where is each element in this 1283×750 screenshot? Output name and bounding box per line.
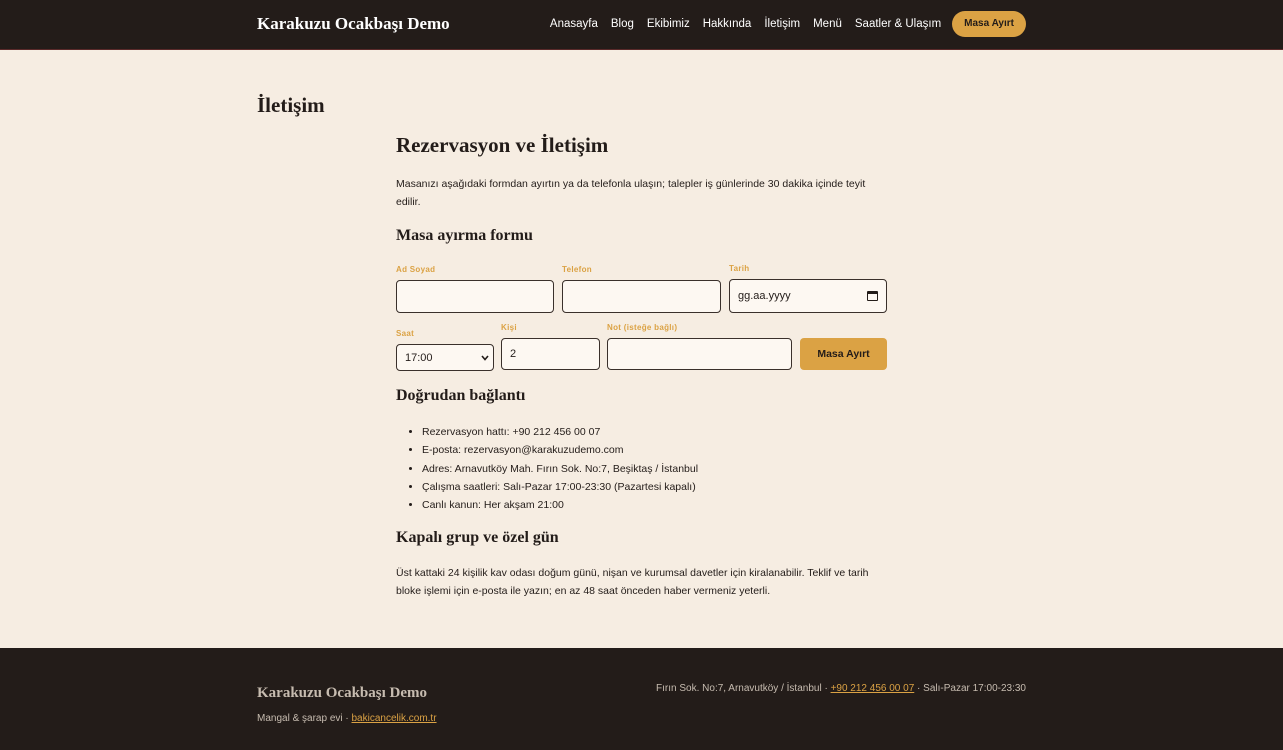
contact-content: Rezervasyon ve İletişim Masanızı aşağıda…	[396, 133, 887, 597]
guests-label: Kişi	[501, 323, 517, 332]
nav-anasayfa[interactable]: Anasayfa	[550, 18, 598, 30]
list-item: E-posta: rezervasyon@karakuzudemo.com	[422, 441, 698, 459]
time-select[interactable]: 17:00	[396, 344, 494, 371]
list-item: Canlı kanun: Her akşam 21:00	[422, 496, 698, 514]
nav-iletisim[interactable]: İletişim	[764, 18, 800, 30]
nav-ekibimiz[interactable]: Ekibimiz	[647, 18, 690, 30]
nav-menu[interactable]: Menü	[813, 18, 842, 30]
main-nav: Anasayfa Blog Ekibimiz Hakkında İletişim…	[550, 11, 1026, 37]
phone-label: Telefon	[562, 265, 592, 274]
form-heading: Masa ayırma formu	[396, 227, 533, 244]
footer-tagline-text: Mangal & şarap evi ·	[257, 713, 352, 724]
name-field-group: Ad Soyad	[396, 265, 554, 313]
note-label: Not (isteğe bağlı)	[607, 323, 678, 332]
footer-site-link[interactable]: bakicancelik.com.tr	[352, 713, 437, 724]
reserve-cta-button[interactable]: Masa Ayırt	[952, 11, 1026, 37]
time-value: 17:00	[405, 351, 433, 364]
footer-contact-info: Fırın Sok. No:7, Arnavutköy / İstanbul ·…	[656, 683, 1026, 694]
phone-field-group: Telefon	[562, 265, 721, 313]
section-heading: Rezervasyon ve İletişim	[396, 133, 609, 157]
chevron-down-icon	[481, 354, 489, 361]
footer-phone-link[interactable]: +90 212 456 00 07	[831, 683, 915, 694]
list-item: Rezervasyon hattı: +90 212 456 00 07	[422, 423, 698, 441]
time-label: Saat	[396, 329, 415, 338]
nav-blog[interactable]: Blog	[611, 18, 634, 30]
calendar-icon[interactable]	[867, 291, 878, 301]
footer-address: Fırın Sok. No:7, Arnavutköy / İstanbul ·	[656, 683, 831, 694]
site-footer: Karakuzu Ocakbaşı Demo Mangal & şarap ev…	[0, 648, 1283, 750]
direct-contact-list: Rezervasyon hattı: +90 212 456 00 07 E-p…	[422, 423, 698, 514]
name-input[interactable]	[396, 280, 554, 313]
top-navbar: Karakuzu Ocakbaşı Demo Anasayfa Blog Eki…	[0, 0, 1283, 50]
nav-hakkinda[interactable]: Hakkında	[703, 18, 752, 30]
date-label: Tarih	[729, 264, 750, 273]
note-input[interactable]	[607, 338, 792, 370]
submit-reservation-button[interactable]: Masa Ayırt	[800, 338, 887, 370]
footer-tagline: Mangal & şarap evi · bakicancelik.com.tr	[257, 713, 437, 724]
private-group-text: Üst kattaki 24 kişilik kav odası doğum g…	[396, 567, 869, 597]
footer-brand: Karakuzu Ocakbaşı Demo	[257, 685, 428, 701]
list-item: Adres: Arnavutköy Mah. Fırın Sok. No:7, …	[422, 460, 698, 478]
page-title: İletişim	[257, 93, 325, 117]
date-field-group: Tarih gg.aa.yyyy	[729, 264, 887, 313]
intro-text: Masanızı aşağıdaki formdan ayırtın ya da…	[396, 178, 866, 208]
name-label: Ad Soyad	[396, 265, 436, 274]
direct-contact-heading: Doğrudan bağlantı	[396, 387, 526, 404]
phone-input[interactable]	[562, 280, 721, 313]
list-item: Çalışma saatleri: Salı-Pazar 17:00-23:30…	[422, 478, 698, 496]
private-group-heading: Kapalı grup ve özel gün	[396, 529, 559, 546]
note-field-group: Not (isteğe bağlı)	[607, 323, 792, 370]
guests-field-group: Kişi 2	[501, 323, 600, 370]
date-value: gg.aa.yyyy	[738, 290, 791, 302]
site-brand[interactable]: Karakuzu Ocakbaşı Demo	[257, 14, 450, 34]
date-input[interactable]: gg.aa.yyyy	[729, 279, 887, 313]
nav-saatler-ulasim[interactable]: Saatler & Ulaşım	[855, 18, 941, 30]
footer-hours: · Salı-Pazar 17:00-23:30	[914, 683, 1026, 694]
guests-input[interactable]: 2	[501, 338, 600, 370]
time-field-group: Saat 17:00	[396, 329, 494, 371]
